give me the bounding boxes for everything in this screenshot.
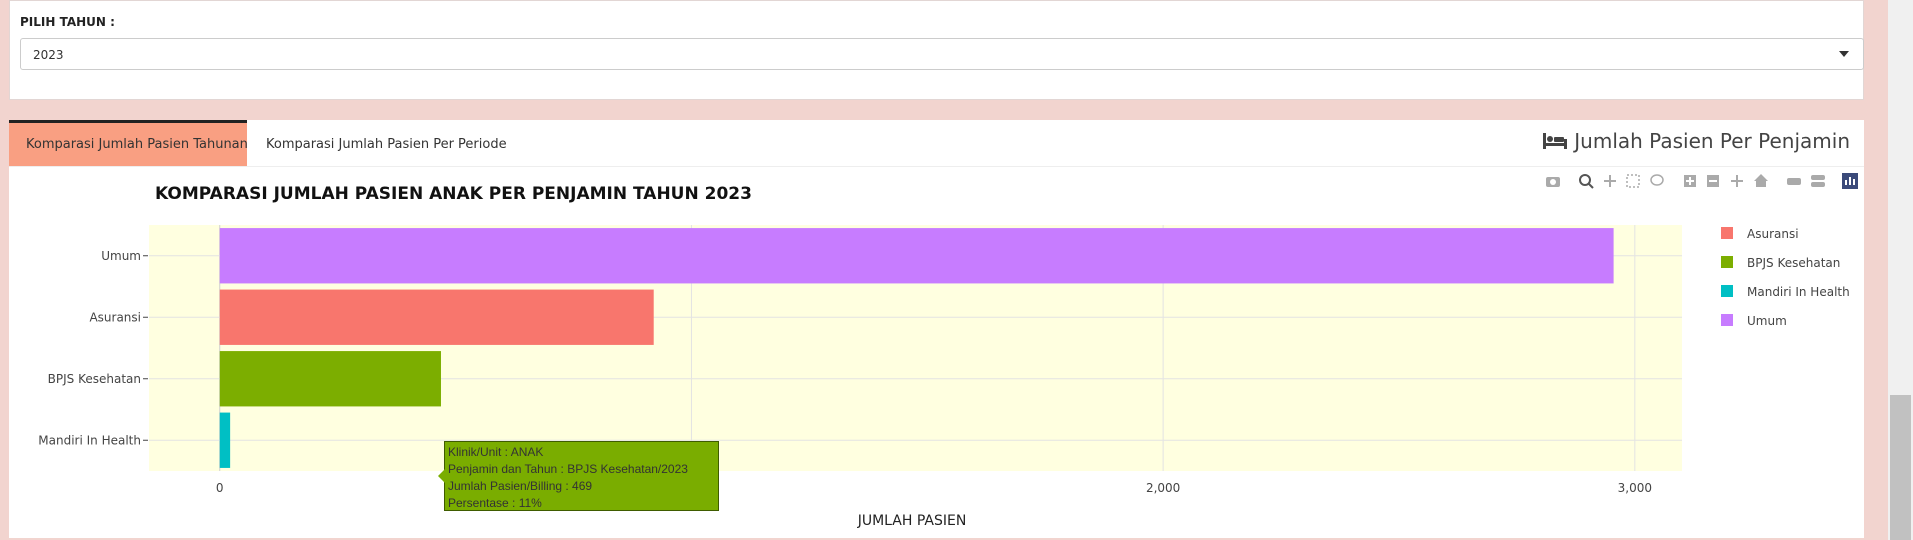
- zoom-in-icon[interactable]: [1684, 175, 1696, 187]
- box-title-text: Jumlah Pasien Per Penjamin: [1574, 129, 1850, 153]
- compare-hover-icon[interactable]: [1811, 175, 1825, 187]
- bar-umum[interactable]: [219, 228, 1614, 284]
- y-axis: Umum Asuransi BPJS Kesehatan Mandiri In Hea…: [38, 249, 148, 447]
- plotly-logo-icon[interactable]: [1842, 173, 1858, 189]
- y-tick-label: Mandiri In Health: [38, 433, 141, 447]
- year-filter-label: PILIH TAHUN :: [20, 15, 115, 29]
- tooltip-line: Jumlah Pasien/Billing : 469: [448, 479, 593, 493]
- lasso-icon[interactable]: [1650, 174, 1664, 186]
- reset-axes-icon[interactable]: [1754, 174, 1768, 187]
- bar-bpjs-kesehatan[interactable]: [219, 351, 441, 407]
- chart-title: KOMPARASI JUMLAH PASIEN ANAK PER PENJAMI…: [155, 184, 752, 204]
- box-select-icon[interactable]: [1626, 174, 1640, 188]
- tooltip-line: Klinik/Unit : ANAK: [448, 445, 544, 459]
- page-scrollbar[interactable]: [1888, 0, 1913, 540]
- legend-item-bpjs-kesehatan[interactable]: BPJS Kesehatan: [1721, 256, 1840, 270]
- tooltip-arrow: [438, 469, 445, 483]
- legend-swatch: [1721, 256, 1733, 268]
- legend-swatch: [1721, 285, 1733, 297]
- y-tick-label: Umum: [101, 249, 141, 263]
- year-select[interactable]: 2023: [20, 38, 1864, 70]
- year-filter-panel: PILIH TAHUN : 2023: [9, 0, 1864, 100]
- y-tick-label: BPJS Kesehatan: [48, 372, 141, 386]
- bed-icon: [1543, 133, 1568, 149]
- tooltip-line: Persentase : 11%: [448, 496, 542, 510]
- tooltip-line: Penjamin dan Tahun : BPJS Kesehatan/2023: [448, 462, 688, 476]
- bar-mandiri-in-health[interactable]: [219, 412, 231, 468]
- legend-label: Mandiri In Health: [1747, 285, 1850, 299]
- spike-lines-icon[interactable]: [1787, 178, 1801, 185]
- zoom-out-icon[interactable]: [1707, 175, 1719, 187]
- chevron-down-icon: [1839, 51, 1849, 57]
- bar-asuransi[interactable]: [219, 289, 654, 345]
- camera-icon[interactable]: [1546, 177, 1560, 187]
- year-select-value: 2023: [33, 48, 64, 62]
- legend-swatch: [1721, 314, 1733, 326]
- tab-komparasi-per-periode[interactable]: Komparasi Jumlah Pasien Per Periode: [249, 120, 524, 166]
- x-tick-label: 2,000: [1146, 481, 1180, 495]
- legend-item-mandiri-in-health[interactable]: Mandiri In Health: [1721, 285, 1850, 299]
- chart-panel: Komparasi Jumlah Pasien Tahunan Komparas…: [9, 120, 1864, 538]
- x-axis-title: JUMLAH PASIEN: [857, 513, 967, 529]
- bar-chart: KOMPARASI JUMLAH PASIEN ANAK PER PENJAMI…: [38, 173, 1858, 529]
- autoscale-icon[interactable]: [1731, 175, 1743, 187]
- legend-label: Umum: [1747, 314, 1787, 328]
- legend-item-asuransi[interactable]: Asuransi: [1721, 227, 1799, 241]
- pan-icon[interactable]: [1604, 175, 1616, 187]
- x-tick-label: 0: [216, 481, 224, 495]
- x-tick-label: 3,000: [1618, 481, 1652, 495]
- legend-item-umum[interactable]: Umum: [1721, 314, 1787, 328]
- legend-label: Asuransi: [1747, 227, 1799, 241]
- scrollbar-thumb[interactable]: [1890, 395, 1911, 540]
- modebar: [1546, 173, 1858, 189]
- y-tick-label: Asuransi: [89, 310, 141, 324]
- tab-bar: Komparasi Jumlah Pasien Tahunan Komparas…: [9, 120, 1864, 167]
- box-title: Jumlah Pasien Per Penjamin: [1542, 129, 1850, 153]
- hover-tooltip: Klinik/Unit : ANAK Penjamin dan Tahun : …: [438, 441, 719, 511]
- zoom-icon[interactable]: [1579, 174, 1594, 189]
- x-axis: 01,0002,0003,000: [216, 481, 1652, 495]
- tab-komparasi-tahunan[interactable]: Komparasi Jumlah Pasien Tahunan: [9, 120, 248, 166]
- legend-label: BPJS Kesehatan: [1747, 256, 1840, 270]
- legend: Asuransi BPJS Kesehatan Mandiri In Health U…: [1721, 227, 1850, 328]
- legend-swatch: [1721, 227, 1733, 239]
